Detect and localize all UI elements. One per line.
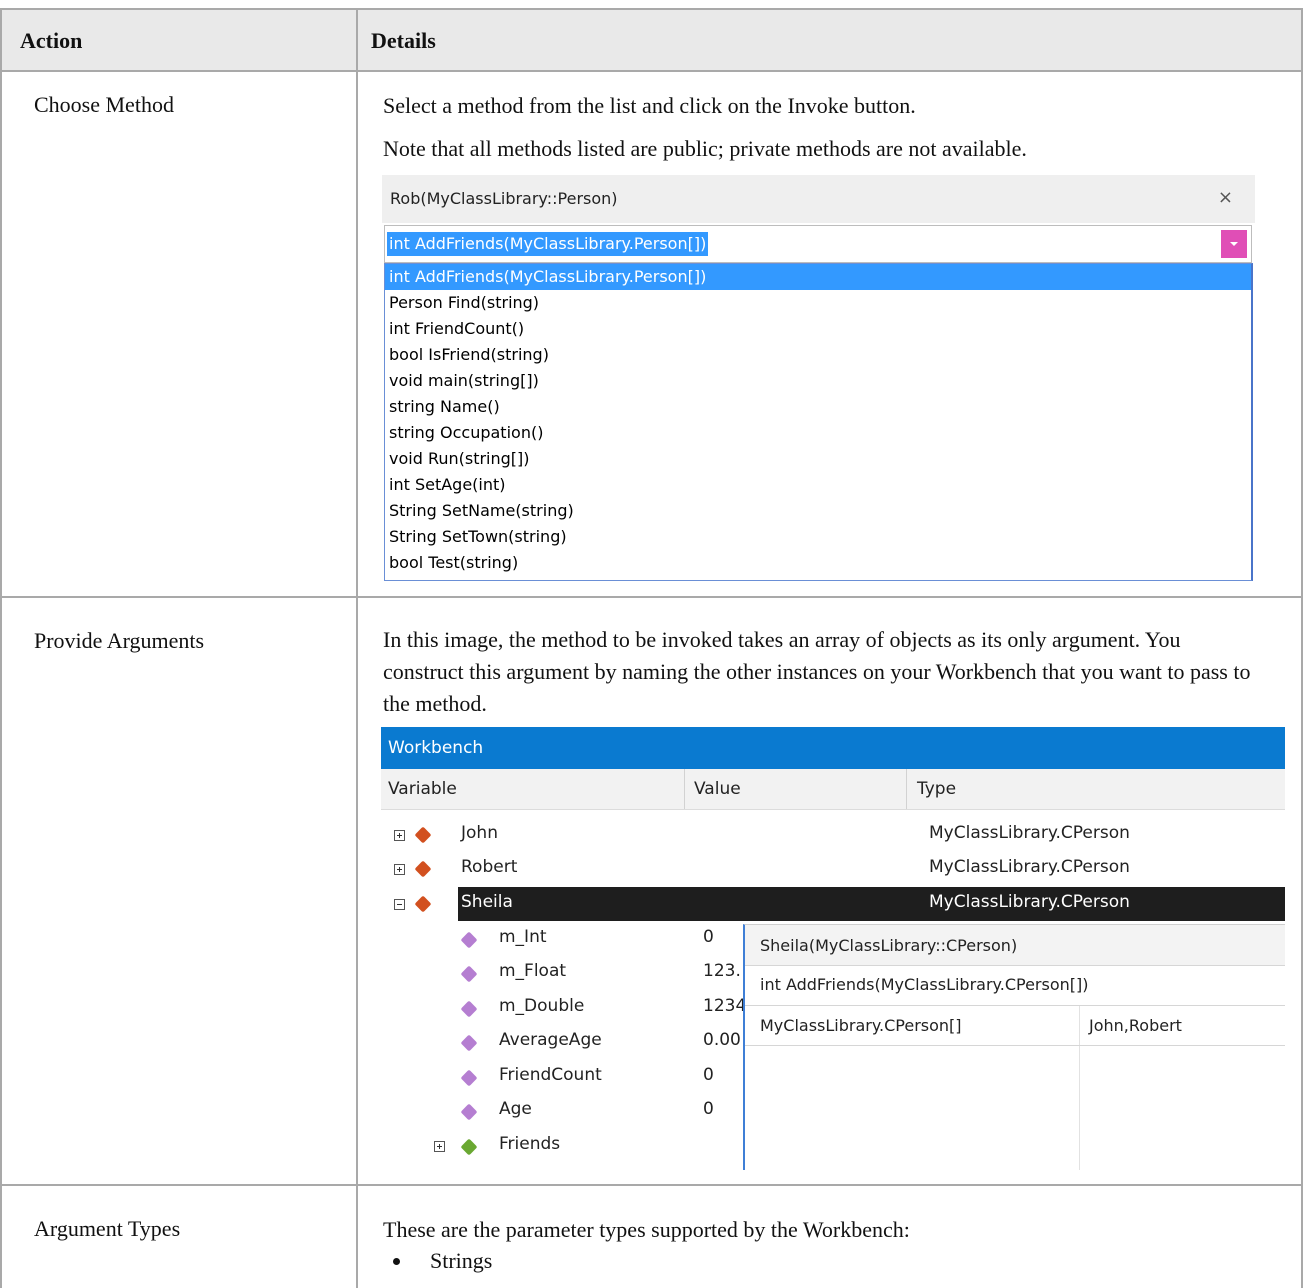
member-value: 0 <box>703 1065 714 1085</box>
instance-name: Sheila <box>461 892 513 912</box>
popup-divider <box>745 965 1285 966</box>
expand-icon[interactable] <box>394 830 405 841</box>
column-separator[interactable] <box>906 769 907 809</box>
header-bottom-border <box>0 70 1303 72</box>
member-name: Age <box>499 1099 532 1119</box>
list-item[interactable]: String SetTown(string) <box>385 524 1251 550</box>
instance-icon <box>414 860 432 878</box>
member-name: AverageAge <box>499 1030 602 1050</box>
list-item[interactable]: int FriendCount() <box>385 316 1251 342</box>
member-value: 123. <box>703 961 741 981</box>
property-icon <box>460 1069 478 1087</box>
picker-titlebar: Rob(MyClassLibrary::Person) × <box>382 175 1255 223</box>
instance-name: Robert <box>461 857 518 877</box>
field-icon <box>460 965 478 983</box>
workbench-screenshot: Workbench Variable Value Type John MyCla… <box>381 727 1285 1170</box>
list-item[interactable]: int SetAge(int) <box>385 472 1251 498</box>
table-header <box>0 10 1303 70</box>
row-divider <box>0 1184 1303 1186</box>
action-choose-method: Choose Method <box>34 92 174 117</box>
instance-type: MyClassLibrary.CPerson <box>929 823 1130 843</box>
expand-icon[interactable] <box>434 1141 445 1152</box>
list-item[interactable]: bool IsFriend(string) <box>385 342 1251 368</box>
column-separator[interactable] <box>684 769 685 809</box>
instance-icon <box>414 826 432 844</box>
close-icon[interactable]: × <box>1218 187 1233 208</box>
list-item[interactable]: string Occupation() <box>385 420 1251 446</box>
column-value[interactable]: Value <box>694 779 741 799</box>
member-name: m_Float <box>499 961 567 981</box>
header-action: Action <box>20 28 83 53</box>
list-item[interactable]: int AddFriends(MyClassLibrary.Person[]) <box>385 264 1251 290</box>
collapse-icon[interactable] <box>394 899 405 910</box>
action-argument-types: Argument Types <box>34 1216 181 1241</box>
tree-row-selected[interactable]: Sheila MyClassLibrary.CPerson <box>381 887 1285 921</box>
combobox-selected-value: int AddFriends(MyClassLibrary.Person[]) <box>387 232 709 256</box>
collection-icon <box>460 1138 478 1156</box>
popup-divider <box>745 1005 1285 1006</box>
member-value: 0.00 <box>703 1030 741 1050</box>
member-value: 0 <box>703 927 714 947</box>
field-icon <box>460 1034 478 1052</box>
member-name: m_Double <box>499 996 585 1016</box>
method-dropdown-list[interactable]: int AddFriends(MyClassLibrary.Person[]) … <box>384 263 1253 581</box>
workbench-column-header: Variable Value Type <box>381 769 1285 810</box>
method-combobox[interactable]: int AddFriends(MyClassLibrary.Person[]) <box>384 225 1252 263</box>
list-item[interactable]: String SetName(string) <box>385 498 1251 524</box>
property-icon <box>460 1103 478 1121</box>
instance-name: John <box>461 823 498 843</box>
tree-row[interactable]: John MyClassLibrary.CPerson <box>381 818 1285 852</box>
bullet-item: Strings <box>430 1248 493 1273</box>
instance-icon <box>414 895 432 913</box>
list-item[interactable]: void Run(string[]) <box>385 446 1251 472</box>
instance-type: MyClassLibrary.CPerson <box>929 892 1130 912</box>
picker-title: Rob(MyClassLibrary::Person) <box>390 189 618 208</box>
invoke-method-popup[interactable]: Sheila(MyClassLibrary::CPerson) int AddF… <box>743 924 1285 1170</box>
list-item[interactable]: bool Test(string) <box>385 550 1251 576</box>
action-provide-arguments: Provide Arguments <box>34 628 205 653</box>
details-paragraph: In this image, the method to be invoked … <box>383 627 1251 716</box>
popup-column-separator <box>1079 1006 1080 1170</box>
argument-type: MyClassLibrary.CPerson[] <box>760 1016 962 1035</box>
list-item[interactable]: string Name() <box>385 394 1251 420</box>
tree-row[interactable]: Robert MyClassLibrary.CPerson <box>381 852 1285 886</box>
method-picker-screenshot: Rob(MyClassLibrary::Person) × int AddFri… <box>382 175 1255 583</box>
workbench-titlebar: Workbench <box>381 727 1285 769</box>
table-left-border <box>0 8 2 1288</box>
popup-divider <box>745 1045 1285 1046</box>
details-paragraph: Select a method from the list and click … <box>383 93 916 118</box>
field-icon <box>460 931 478 949</box>
popup-title: Sheila(MyClassLibrary::CPerson) <box>760 936 1018 955</box>
dropdown-arrow-button[interactable] <box>1221 230 1247 258</box>
table-column-divider <box>356 8 358 1288</box>
instance-type: MyClassLibrary.CPerson <box>929 857 1130 877</box>
bullet-icon <box>393 1258 400 1265</box>
popup-titlebar: Sheila(MyClassLibrary::CPerson) <box>745 925 1285 965</box>
expand-icon[interactable] <box>394 864 405 875</box>
member-name: FriendCount <box>499 1065 602 1085</box>
row-divider <box>0 596 1303 598</box>
list-item[interactable]: void main(string[]) <box>385 368 1251 394</box>
list-item[interactable]: Person Find(string) <box>385 290 1251 316</box>
column-variable[interactable]: Variable <box>388 779 457 799</box>
details-paragraph: These are the parameter types supported … <box>383 1217 910 1242</box>
chevron-down-icon <box>1230 242 1238 246</box>
member-value: 0 <box>703 1099 714 1119</box>
popup-method[interactable]: int AddFriends(MyClassLibrary.CPerson[]) <box>760 975 1088 994</box>
member-name: Friends <box>499 1134 561 1154</box>
field-icon <box>460 1000 478 1018</box>
details-paragraph: Note that all methods listed are public;… <box>383 136 1027 161</box>
argument-value-field[interactable]: John,Robert <box>1089 1016 1182 1035</box>
member-name: m_Int <box>499 927 547 947</box>
header-details: Details <box>371 28 436 53</box>
member-value: 1234 <box>703 996 747 1016</box>
workbench-title: Workbench <box>388 738 484 758</box>
column-type[interactable]: Type <box>917 779 956 799</box>
